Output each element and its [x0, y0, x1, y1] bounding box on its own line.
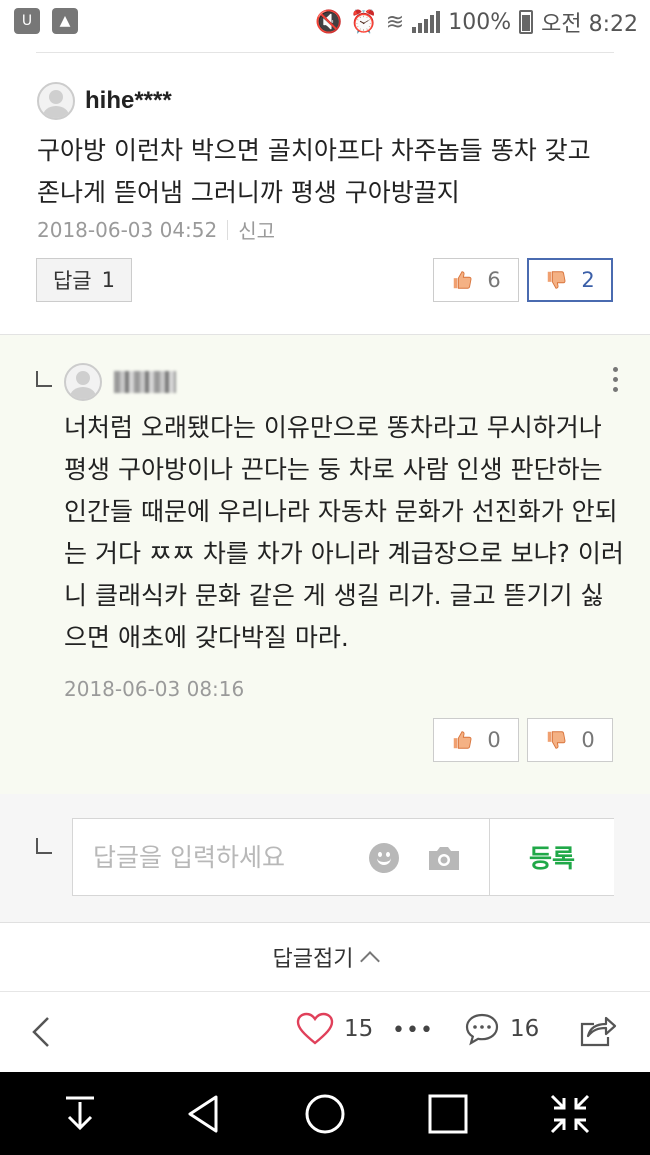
gallery-notification-icon: ▲	[52, 8, 78, 34]
article-like-count: 15	[344, 1016, 374, 1042]
dislike-button[interactable]: 2	[527, 258, 613, 302]
heart-icon	[296, 1012, 334, 1045]
dislike-button[interactable]: 0	[527, 718, 613, 762]
shrink-arrows-icon[interactable]	[548, 1092, 592, 1136]
recents-square-icon[interactable]	[426, 1092, 470, 1136]
comment-text: 구아방 이런차 박으면 골치아프다 차주놈들 똥차 갖고 존나게 뜯어냄 그러니…	[37, 136, 591, 207]
reply-text: 너처럼 오래됐다는 이유만으로 똥차라고 무시하거나 평생 구아방이나 끈다는 …	[64, 413, 624, 652]
battery-icon	[519, 10, 534, 34]
collapse-replies-button[interactable]: 답글접기	[0, 922, 650, 992]
report-link[interactable]: 신고	[238, 215, 275, 244]
reply-input-box: 등록	[72, 818, 614, 896]
back-triangle-icon[interactable]	[182, 1092, 226, 1136]
reply-arrow-icon	[36, 838, 52, 854]
app-notification-icon: U	[14, 8, 40, 34]
reply-input[interactable]	[73, 819, 373, 895]
chevron-up-icon	[360, 951, 381, 971]
more-dots-button[interactable]: •••	[392, 1018, 434, 1043]
thumbs-down-icon	[548, 731, 566, 749]
comment-count: 16	[510, 1016, 540, 1042]
comment-count-button[interactable]: 16	[464, 1012, 539, 1046]
article-like-button[interactable]: 15	[296, 1012, 373, 1046]
alarm-icon: ⏰	[350, 9, 378, 35]
reply-date: 2018-06-03 08:16	[64, 677, 245, 701]
thumbs-up-icon	[454, 731, 472, 749]
emoji-icon[interactable]	[369, 843, 399, 873]
mute-icon: 🔇	[314, 9, 343, 35]
reply-arrow-icon	[36, 371, 52, 387]
divider	[36, 52, 614, 53]
signal-icon	[412, 11, 441, 33]
download-arrow-icon[interactable]	[58, 1092, 102, 1136]
clock: 오전 8:22	[541, 12, 638, 37]
bottom-toolbar: 15 ••• 16	[0, 992, 650, 1072]
share-icon[interactable]	[578, 1012, 618, 1048]
wifi-icon: ≋	[385, 9, 405, 35]
more-options-icon[interactable]	[610, 367, 620, 392]
thumbs-down-icon	[548, 271, 566, 289]
meta-separator	[227, 219, 229, 240]
reply-toggle-button[interactable]: 답글 1	[36, 258, 132, 302]
comment-date: 2018-06-03 04:52	[37, 217, 218, 242]
battery-percent: 100%	[448, 9, 512, 35]
camera-icon[interactable]	[427, 845, 461, 871]
comment-item: hihe**** 구아방 이런차 박으면 골치아프다 차주놈들 똥차 갖고 존나…	[0, 60, 650, 334]
back-arrow-icon[interactable]	[26, 1014, 62, 1050]
submit-button[interactable]: 등록	[490, 819, 614, 895]
reply-username-blurred[interactable]	[114, 371, 176, 393]
reply-input-area: 등록	[0, 794, 650, 922]
reply-label: 답글	[52, 269, 92, 293]
reply-count: 1	[101, 268, 115, 292]
collapse-label: 답글접기	[272, 947, 354, 972]
status-bar: U ▲ 🔇 ⏰ ≋ 100% 오전 8:22	[0, 0, 650, 44]
like-button[interactable]: 6	[433, 258, 519, 302]
like-button[interactable]: 0	[433, 718, 519, 762]
reply-item: 너처럼 오래됐다는 이유만으로 똥차라고 무시하거나 평생 구아방이나 끈다는 …	[0, 334, 650, 794]
speech-bubble-icon	[465, 1013, 499, 1046]
avatar[interactable]	[64, 363, 102, 401]
dislike-count: 0	[581, 728, 595, 752]
system-nav-bar	[0, 1072, 650, 1155]
like-count: 0	[487, 728, 501, 752]
thumbs-up-icon	[454, 271, 472, 289]
dislike-count: 2	[581, 268, 595, 292]
comment-username[interactable]: hihe****	[85, 87, 172, 115]
avatar[interactable]	[37, 82, 75, 120]
like-count: 6	[487, 268, 501, 292]
home-circle-icon[interactable]	[303, 1092, 347, 1136]
